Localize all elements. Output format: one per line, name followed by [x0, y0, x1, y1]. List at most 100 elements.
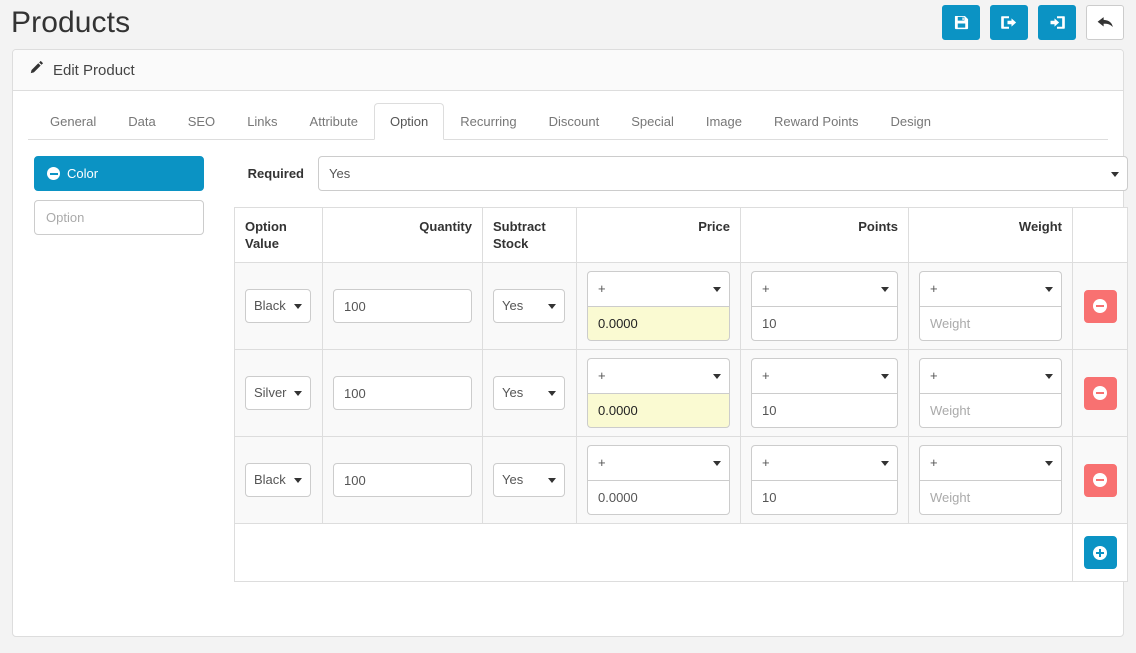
tab-image-link[interactable]: Image — [690, 103, 758, 140]
weight-prefix-select[interactable]: + — [919, 445, 1062, 480]
tab-general[interactable]: General — [34, 103, 112, 140]
table-row: Black Yes + + + — [234, 436, 1128, 524]
tab-discount[interactable]: Discount — [533, 103, 616, 140]
points-input[interactable] — [751, 393, 898, 428]
footer-spacer — [234, 523, 1073, 582]
header-subtract-stock: Subtract Stock — [482, 207, 577, 263]
price-input[interactable] — [587, 306, 730, 341]
price-input-group: + — [587, 271, 730, 341]
option-value-select[interactable]: Black — [245, 289, 311, 323]
subtract-stock-select[interactable]: Yes — [493, 463, 565, 497]
cell-subtract-stock: Yes — [482, 349, 577, 437]
price-input[interactable] — [587, 393, 730, 428]
weight-input[interactable] — [919, 480, 1062, 515]
save-and-stay-button[interactable] — [990, 5, 1028, 40]
tab-general-link[interactable]: General — [34, 103, 112, 140]
option-list-item-color[interactable]: Color — [34, 156, 204, 191]
header-quantity: Quantity — [322, 207, 483, 263]
panel-heading: Edit Product — [13, 50, 1123, 91]
footer-action-cell — [1072, 523, 1128, 582]
tab-special[interactable]: Special — [615, 103, 690, 140]
subtract-stock-select[interactable]: Yes — [493, 376, 565, 410]
weight-prefix-select[interactable]: + — [919, 271, 1062, 306]
tab-design[interactable]: Design — [875, 103, 947, 140]
subtract-stock-select[interactable]: Yes — [493, 289, 565, 323]
price-input-group: + — [587, 358, 730, 428]
weight-input[interactable] — [919, 393, 1062, 428]
points-input[interactable] — [751, 480, 898, 515]
option-value-select-wrap: Black — [245, 463, 311, 497]
tab-seo[interactable]: SEO — [172, 103, 231, 140]
save-button[interactable] — [942, 5, 980, 40]
remove-option-value-button[interactable] — [1083, 463, 1117, 497]
option-values-table: Option Value Quantity Subtract Stock Pri… — [234, 207, 1128, 582]
tab-attribute-link[interactable]: Attribute — [294, 103, 374, 140]
tab-links[interactable]: Links — [231, 103, 293, 140]
weight-input[interactable] — [919, 306, 1062, 341]
header-action — [1072, 207, 1128, 263]
tab-attribute[interactable]: Attribute — [294, 103, 374, 140]
tab-option[interactable]: Option — [373, 103, 445, 140]
tab-seo-link[interactable]: SEO — [172, 103, 231, 140]
required-select[interactable]: Yes — [318, 156, 1128, 191]
plus-circle-icon — [1093, 545, 1107, 560]
header-weight: Weight — [908, 207, 1073, 263]
points-prefix-select[interactable]: + — [751, 358, 898, 393]
tab-design-link[interactable]: Design — [875, 103, 947, 140]
tab-recurring[interactable]: Recurring — [444, 103, 532, 140]
table-row: Silver Yes + + + — [234, 349, 1128, 437]
table-header-row: Option Value Quantity Subtract Stock Pri… — [234, 207, 1128, 263]
quantity-input[interactable] — [333, 376, 472, 410]
cell-action — [1072, 436, 1128, 524]
back-button[interactable] — [1086, 5, 1124, 40]
points-prefix-select-wrap: + — [751, 445, 898, 480]
page-header: Products — [0, 0, 1136, 49]
quantity-input[interactable] — [333, 463, 472, 497]
remove-option-value-button[interactable] — [1083, 376, 1117, 410]
tab-links-link[interactable]: Links — [231, 103, 293, 140]
weight-prefix-select[interactable]: + — [919, 358, 1062, 393]
price-prefix-select[interactable]: + — [587, 358, 730, 393]
tab-special-link[interactable]: Special — [615, 103, 690, 140]
copy-button[interactable] — [1038, 5, 1076, 40]
minus-circle-icon — [1093, 299, 1107, 313]
tab-recurring-link[interactable]: Recurring — [444, 103, 532, 140]
option-search-input[interactable] — [34, 200, 204, 235]
price-input[interactable] — [587, 480, 730, 515]
tab-option-link[interactable]: Option — [373, 103, 445, 140]
points-prefix-select[interactable]: + — [751, 445, 898, 480]
minus-circle-icon — [1093, 386, 1107, 400]
panel-title: Edit Product — [53, 61, 135, 79]
remove-option-value-button[interactable] — [1083, 289, 1117, 323]
floppy-disk-icon — [954, 15, 969, 30]
required-label: Required — [247, 166, 304, 181]
cell-price: + — [576, 436, 741, 524]
points-prefix-select[interactable]: + — [751, 271, 898, 306]
price-prefix-select[interactable]: + — [587, 445, 730, 480]
cell-option-value: Black — [234, 436, 323, 524]
required-form-row: Required Yes — [234, 156, 1128, 191]
option-value-select[interactable]: Black — [245, 463, 311, 497]
edit-product-panel: Edit Product General Data SEO Links Attr… — [12, 49, 1128, 637]
required-select-wrap: Yes — [318, 156, 1128, 191]
tab-image[interactable]: Image — [690, 103, 758, 140]
option-value-select[interactable]: Silver — [245, 376, 311, 410]
add-option-value-button[interactable] — [1083, 536, 1117, 569]
price-prefix-select[interactable]: + — [587, 271, 730, 306]
tab-reward-points-link[interactable]: Reward Points — [758, 103, 875, 140]
subtract-stock-select-wrap: Yes — [493, 463, 565, 497]
tab-data-link[interactable]: Data — [112, 103, 171, 140]
points-input[interactable] — [751, 306, 898, 341]
header-button-group — [942, 5, 1124, 40]
tab-data[interactable]: Data — [112, 103, 171, 140]
weight-prefix-select-wrap: + — [919, 271, 1062, 306]
cell-quantity — [322, 262, 483, 350]
tab-reward-points[interactable]: Reward Points — [758, 103, 875, 140]
price-prefix-select-wrap: + — [587, 445, 730, 480]
header-price: Price — [576, 207, 741, 263]
tab-discount-link[interactable]: Discount — [533, 103, 616, 140]
table-row: Black Yes + + + — [234, 262, 1128, 350]
price-prefix-select-wrap: + — [587, 358, 730, 393]
quantity-input[interactable] — [333, 289, 472, 323]
price-prefix-select-wrap: + — [587, 271, 730, 306]
